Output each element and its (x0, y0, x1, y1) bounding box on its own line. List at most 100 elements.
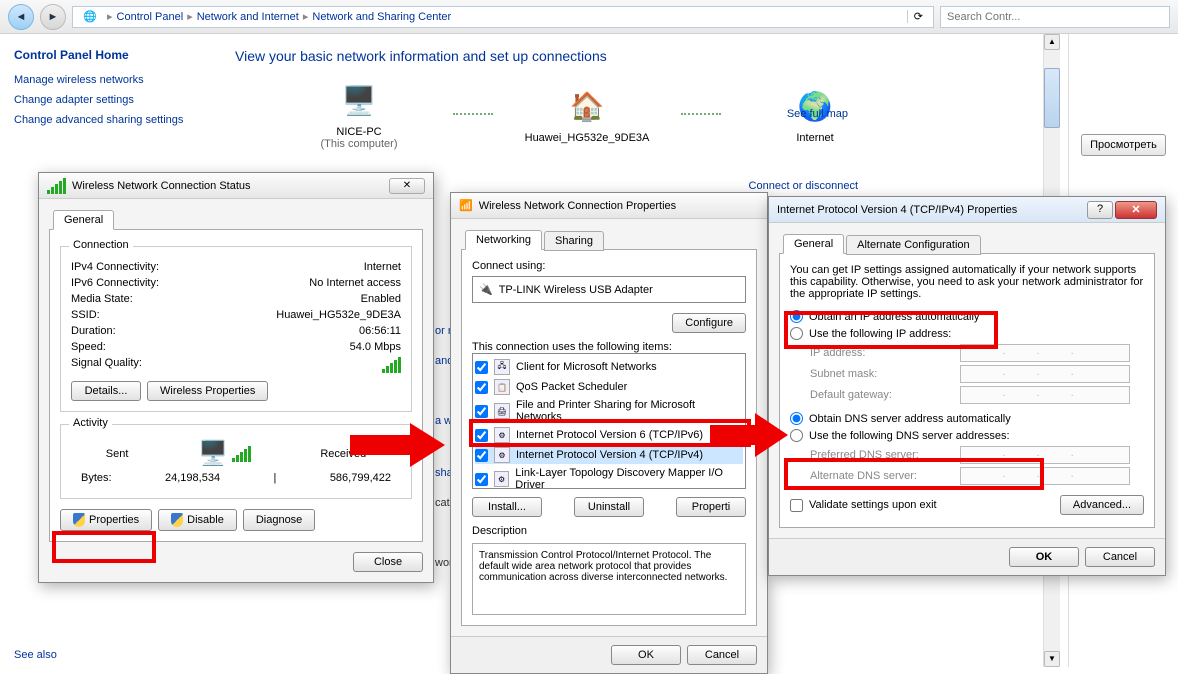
label: Bytes: (81, 472, 112, 484)
intro-text: You can get IP settings assigned automat… (790, 264, 1144, 300)
close-icon[interactable]: ✕ (1115, 201, 1157, 219)
pref-dns-input: . . . (960, 446, 1130, 464)
label-received: Received (320, 448, 366, 460)
signal-bars-icon (382, 357, 401, 373)
advanced-button[interactable]: Advanced... (1060, 495, 1144, 515)
value: Huawei_HG532e_9DE3A (276, 309, 401, 321)
label: Alternate DNS server: (810, 470, 960, 482)
tab-sharing[interactable]: Sharing (544, 231, 604, 251)
tab-networking[interactable]: Networking (465, 230, 542, 250)
dialog-title: Wireless Network Connection Status (72, 180, 251, 192)
validate-checkbox[interactable]: Validate settings upon exit Advanced... (790, 495, 1144, 515)
see-full-map-link[interactable]: See full map (787, 108, 848, 120)
label: This connection uses the following items… (472, 341, 746, 353)
label: Default gateway: (810, 389, 960, 401)
connect-disconnect-link[interactable]: Connect or disconnect (749, 180, 858, 192)
breadcrumb-item[interactable]: Network and Internet (197, 11, 299, 23)
label: Preferred DNS server: (810, 449, 960, 461)
radio-dns-auto[interactable]: Obtain DNS server address automatically (790, 412, 1144, 425)
ipv4-properties-dialog: Internet Protocol Version 4 (TCP/IPv4) P… (768, 196, 1166, 576)
group-activity: Activity (69, 417, 112, 429)
cp-home[interactable]: Control Panel Home (14, 48, 211, 62)
value: 54.0 Mbps (350, 341, 401, 353)
label: IP address: (810, 347, 960, 359)
page-heading: View your basic network information and … (235, 48, 1174, 64)
details-button[interactable]: Details... (71, 381, 141, 401)
label: IPv4 Connectivity: (71, 261, 159, 273)
diagnose-button[interactable]: Diagnose (243, 509, 315, 531)
gateway-input: . . . (960, 386, 1130, 404)
value: No Internet access (309, 277, 401, 289)
label: Subnet mask: (810, 368, 960, 380)
client-icon: 🖧 (494, 359, 510, 375)
network-icon: 📶 (459, 199, 473, 212)
close-button[interactable]: Close (353, 552, 423, 572)
label: Speed: (71, 341, 106, 353)
node-name: Huawei_HG532e_9DE3A (517, 132, 657, 144)
radio-dns-manual[interactable]: Use the following DNS server addresses: (790, 429, 1144, 442)
list-item[interactable]: 🖨File and Printer Sharing for Microsoft … (475, 398, 743, 424)
shield-icon (171, 513, 183, 527)
wifi-icon (47, 178, 66, 194)
radio-ip-auto[interactable]: Obtain an IP address automatically (790, 310, 1144, 323)
disable-button[interactable]: Disable (158, 509, 237, 531)
help-icon[interactable]: ? (1087, 201, 1113, 219)
ok-button[interactable]: OK (611, 645, 681, 665)
tab-alternate[interactable]: Alternate Configuration (846, 235, 981, 255)
close-icon[interactable]: ✕ (389, 178, 425, 194)
item-properties-button[interactable]: Properti (676, 497, 746, 517)
cancel-button[interactable]: Cancel (1085, 547, 1155, 567)
refresh-icon[interactable]: ⟳ (907, 10, 929, 23)
install-button[interactable]: Install... (472, 497, 542, 517)
ip-address-input: . . . (960, 344, 1130, 362)
left-link[interactable]: Manage wireless networks (14, 74, 211, 86)
ok-button[interactable]: OK (1009, 547, 1079, 567)
subnet-input: . . . (960, 365, 1130, 383)
label: Signal Quality: (71, 357, 142, 373)
view-button[interactable]: Просмотреть (1081, 134, 1166, 156)
see-also: See also (14, 649, 57, 661)
list-item[interactable]: ⚙Link-Layer Topology Discovery Mapper I/… (475, 466, 743, 489)
wireless-status-dialog: Wireless Network Connection Status ✕ Gen… (38, 172, 434, 583)
items-list[interactable]: 🖧Client for Microsoft Networks 📋QoS Pack… (472, 353, 746, 489)
breadcrumb-item[interactable]: Control Panel (117, 11, 184, 23)
label: Description (472, 525, 746, 537)
tab-general[interactable]: General (53, 210, 114, 230)
breadcrumb[interactable]: 🌐 ▸ Control Panel▸ Network and Internet▸… (72, 6, 934, 28)
ipv4-icon: ⚙ (494, 447, 510, 463)
radio-ip-manual[interactable]: Use the following IP address: (790, 327, 1144, 340)
breadcrumb-item[interactable]: Network and Sharing Center (312, 11, 451, 23)
node-name: Internet (745, 132, 885, 144)
list-item-ipv4[interactable]: ⚙Internet Protocol Version 4 (TCP/IPv4) (475, 446, 743, 464)
cancel-button[interactable]: Cancel (687, 645, 757, 665)
group-connection: Connection (69, 239, 133, 251)
tab-general[interactable]: General (783, 234, 844, 254)
adapter-icon: 🔌 (479, 283, 493, 296)
list-item[interactable]: 🖧Client for Microsoft Networks (475, 358, 743, 376)
left-link[interactable]: Change adapter settings (14, 94, 211, 106)
search-input[interactable] (940, 6, 1170, 28)
value: Internet (364, 261, 401, 273)
left-link[interactable]: Change advanced sharing settings (14, 114, 211, 126)
dialog-title: Wireless Network Connection Properties (479, 200, 676, 212)
explorer-toolbar: ◄ ► 🌐 ▸ Control Panel▸ Network and Inter… (0, 0, 1178, 34)
adapter-name: TP-LINK Wireless USB Adapter (499, 284, 653, 296)
label: Duration: (71, 325, 116, 337)
nav-back-button[interactable]: ◄ (8, 4, 34, 30)
list-item[interactable]: 📋QoS Packet Scheduler (475, 378, 743, 396)
connection-properties-dialog: 📶 Wireless Network Connection Properties… (450, 192, 768, 674)
lltd-icon: ⚙ (494, 471, 509, 487)
list-item[interactable]: ⚙Internet Protocol Version 6 (TCP/IPv6) (475, 426, 743, 444)
wireless-properties-button[interactable]: Wireless Properties (147, 381, 268, 401)
label: Connect using: (472, 260, 746, 272)
dialog-title: Internet Protocol Version 4 (TCP/IPv4) P… (777, 204, 1017, 216)
value: 06:56:11 (359, 325, 401, 337)
configure-button[interactable]: Configure (672, 313, 746, 333)
qos-icon: 📋 (494, 379, 510, 395)
globe-icon: 🌍 (793, 84, 837, 128)
uninstall-button[interactable]: Uninstall (574, 497, 644, 517)
label-sent: Sent (106, 448, 129, 460)
nav-forward-button[interactable]: ► (40, 4, 66, 30)
bytes-sent: 24,198,534 (165, 472, 220, 484)
properties-button[interactable]: Properties (60, 509, 152, 531)
